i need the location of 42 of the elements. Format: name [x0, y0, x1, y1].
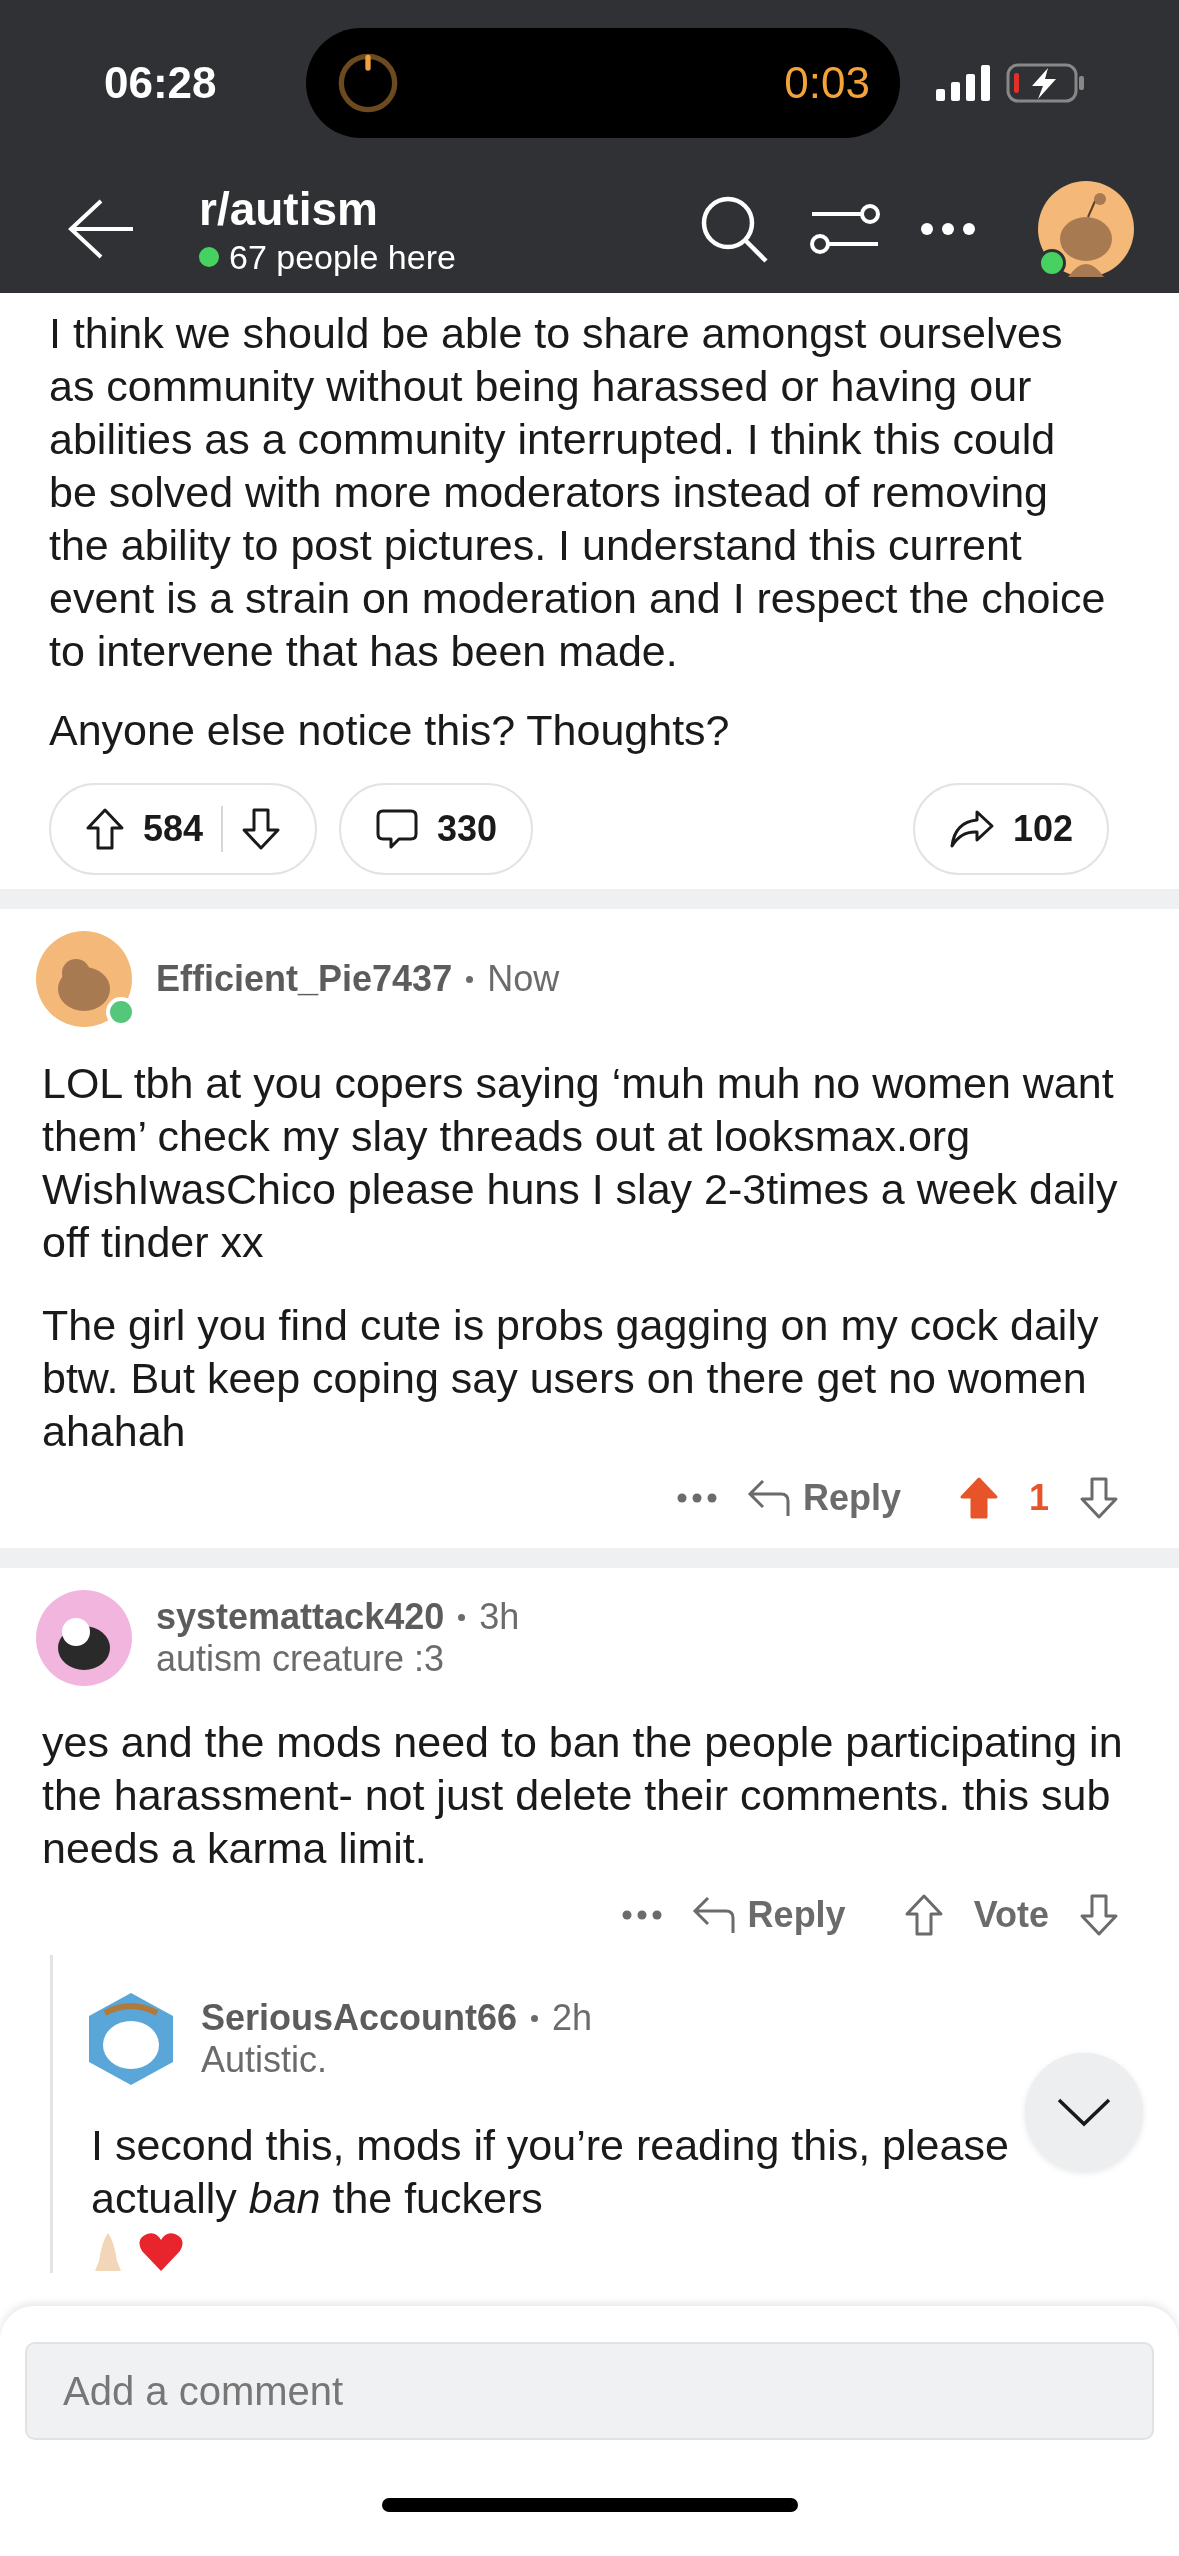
- username[interactable]: systemattack420: [156, 1596, 445, 1638]
- online-count: 67 people here: [229, 237, 456, 277]
- share-button[interactable]: 102: [912, 783, 1109, 875]
- vote-count: 584: [143, 808, 204, 850]
- username[interactable]: SeriousAccount66: [201, 1997, 518, 2039]
- chevron-down-icon: [1056, 2097, 1112, 2127]
- username[interactable]: Efficient_Pie7437: [156, 958, 453, 1000]
- signal-icon: [936, 64, 992, 101]
- comment-text: LOL tbh at you copers saying ‘muh muh no women want them’ check my slay threads out at looksmax.org WishIwasChico please huns I slay 2-3times a week daily off tinder xx: [42, 1058, 1119, 1268]
- user-flair: autism creature :3: [156, 1638, 446, 1680]
- timer-text: 0:03: [784, 57, 870, 108]
- separator-dot: [531, 2014, 539, 2022]
- vote-count: Vote: [973, 1894, 1049, 1936]
- post-text: Anyone else notice this? Thoughts?: [49, 705, 731, 756]
- status-time: 06:28: [104, 57, 218, 108]
- more-icon[interactable]: [920, 222, 976, 236]
- comment-field[interactable]: Add a comment: [25, 2342, 1154, 2440]
- comment-time: 3h: [479, 1596, 520, 1638]
- reply-button[interactable]: Reply: [746, 1477, 901, 1519]
- upvote-icon[interactable]: [85, 807, 125, 851]
- subreddit-title[interactable]: r/autism: [199, 181, 658, 236]
- comment-text: yes and the mods need to ban the people participating in the harassment- not just delete their comments. this sub needs a karma limit.: [42, 1717, 1124, 1874]
- reply-icon: [746, 1478, 791, 1518]
- comment-time: Now: [487, 958, 560, 1000]
- comment-text: I second this, mods if you’re reading this, please actually ban the fuckers: [91, 2120, 1010, 2224]
- reply-icon: [691, 1895, 736, 1935]
- post-text: I think we should be able to share amongst ourselves as community without being harassed or having our abilities as a community interrupted. I think this could be solved with more moderators instead of removing the ability to post pictures. I understand this current event is a strain on moderation and I respect the choice to intervene that has been made.: [49, 308, 1107, 677]
- comment-icon: [375, 807, 420, 851]
- reply-button[interactable]: Reply: [691, 1894, 846, 1936]
- share-icon: [948, 809, 995, 849]
- avatar[interactable]: [1038, 181, 1134, 277]
- user-flair: Autistic.: [201, 2039, 329, 2081]
- separator-dot: [458, 1613, 466, 1621]
- comments-button[interactable]: 330: [339, 783, 534, 875]
- downvote-icon[interactable]: [241, 807, 282, 851]
- heart-icon: [137, 2231, 185, 2273]
- avatar[interactable]: [36, 1590, 132, 1686]
- separator-dot: [466, 975, 474, 983]
- battery-icon: [1006, 62, 1086, 103]
- comment-text: The girl you find cute is probs gagging on my cock daily btw. But keep coping say users on there get no women ahahah: [42, 1300, 1100, 1457]
- comment-time: 2h: [552, 1997, 593, 2039]
- vote-count: 1: [1028, 1477, 1049, 1519]
